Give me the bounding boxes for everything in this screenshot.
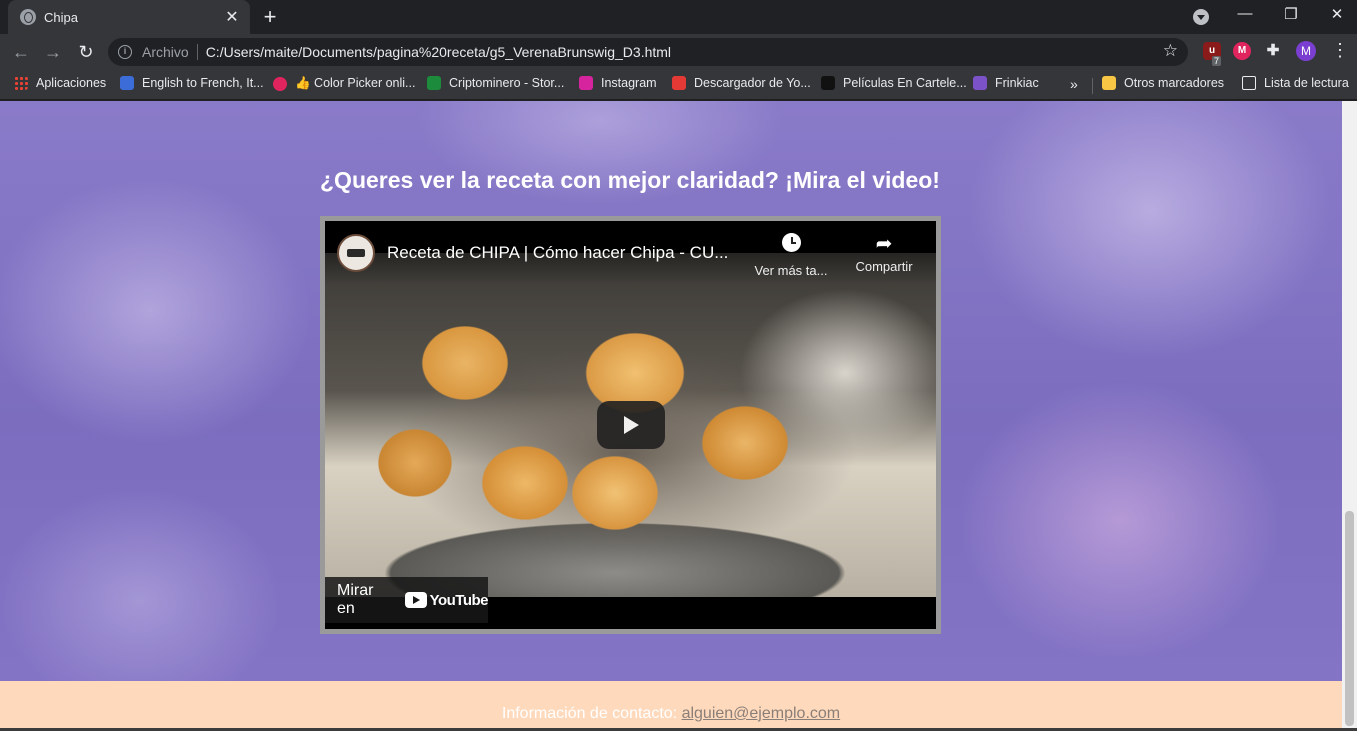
video-section-heading: ¿Queres ver la receta con mejor claridad… [320, 167, 940, 193]
page-scrollbar[interactable] [1342, 101, 1357, 731]
contact-info: Información de contacto: alguien@ejemplo… [0, 705, 1342, 723]
bookmark-label: Otros marcadores [1124, 76, 1225, 90]
globe-icon [20, 9, 36, 25]
bookmarks-bar: Aplicaciones English to French, It... 👍 … [0, 70, 1357, 100]
bookmark-other[interactable]: Otros marcadores [1102, 76, 1224, 90]
youtube-player[interactable]: Receta de CHIPA | Cómo hacer Chipa - CU.… [325, 221, 936, 629]
watch-on-label: Mirar en [337, 582, 374, 617]
reload-icon[interactable]: ↻ [75, 41, 97, 63]
mega-extension-icon[interactable]: M [1233, 42, 1251, 60]
new-tab-button[interactable]: + [259, 6, 281, 28]
minimize-button[interactable]: — [1233, 5, 1257, 22]
video-title[interactable]: Receta de CHIPA | Cómo hacer Chipa - CU.… [387, 243, 737, 263]
bookmark-reverso[interactable]: English to French, It... [120, 76, 264, 90]
profile-avatar[interactable]: M [1296, 41, 1316, 61]
bookmark-peliculas[interactable]: Películas En Cartele... [821, 76, 967, 90]
address-separator [196, 44, 198, 60]
back-arrow-icon[interactable]: ← [10, 41, 32, 63]
apps-grid-icon [14, 76, 28, 90]
tab-title: Chipa [44, 9, 78, 25]
color-picker-icon [273, 76, 287, 91]
channel-avatar[interactable] [337, 234, 375, 272]
share-label: Compartir [855, 259, 913, 274]
page-footer: Información de contacto: alguien@ejemplo… [0, 681, 1342, 731]
tab-search-icon[interactable] [1193, 9, 1209, 25]
browser-titlebar: Chipa ✕ + — ❐ ✕ [0, 0, 1357, 34]
bookmark-criptominero[interactable]: Criptominero - Stor... [427, 76, 564, 90]
bookmark-star-icon[interactable]: ☆ [1163, 41, 1178, 61]
youtube-logo: YouTube [404, 591, 489, 609]
close-window-button[interactable]: ✕ [1325, 5, 1349, 23]
bookmarks-divider [1092, 78, 1093, 94]
watch-later-button[interactable]: Ver más ta... [752, 233, 830, 278]
share-arrow-icon: ➦ [875, 233, 893, 255]
youtube-play-icon [404, 592, 427, 608]
forward-arrow-icon[interactable]: → [42, 41, 64, 63]
bookmark-label: Instagram [601, 76, 657, 90]
video-embed-frame: Receta de CHIPA | Cómo hacer Chipa - CU.… [320, 216, 941, 634]
bookmark-label: English to French, It... [142, 76, 264, 90]
youtube-wordmark: YouTube [429, 591, 489, 609]
reading-list[interactable]: Lista de lectura [1242, 76, 1349, 90]
address-scheme-label: Archivo [142, 44, 189, 60]
scrollbar-thumb[interactable] [1345, 511, 1354, 726]
restore-button[interactable]: ❐ [1279, 5, 1303, 23]
frinkiac-icon [973, 76, 987, 90]
bookmarks-overflow-icon[interactable]: » [1070, 76, 1078, 92]
reverso-icon [120, 76, 134, 90]
contact-label: Información de contacto: [501, 705, 678, 722]
bookmark-label: Frinkiac [995, 76, 1039, 90]
page-viewport: ¿Queres ver la receta con mejor claridad… [0, 101, 1342, 731]
tab-close-icon[interactable]: ✕ [224, 7, 240, 27]
play-button[interactable] [597, 401, 665, 449]
bookmark-label: Descargador de Yo... [694, 76, 811, 90]
hero-background: ¿Queres ver la receta con mejor claridad… [0, 101, 1342, 681]
reading-list-icon [1242, 76, 1256, 90]
reading-list-label: Lista de lectura [1264, 76, 1349, 90]
address-bar[interactable]: i Archivo C:/Users/maite/Documents/pagin… [108, 38, 1188, 66]
bookmark-label: 👍 Color Picker onli... [295, 76, 416, 90]
dots-icon [821, 76, 835, 90]
watch-on-youtube-button[interactable]: Mirar en YouTube [325, 577, 489, 623]
clock-icon [781, 233, 801, 252]
browser-toolbar: ← → ↻ i Archivo C:/Users/maite/Documents… [0, 34, 1357, 70]
menu-dots-icon[interactable]: ⋮ [1331, 40, 1349, 60]
bookmark-label: Aplicaciones [36, 76, 107, 90]
bookmark-label: Criptominero - Stor... [449, 76, 565, 90]
bookmark-label: Películas En Cartele... [843, 76, 967, 90]
bookmark-descargador[interactable]: Descargador de Yo... [672, 76, 811, 90]
contact-email-link[interactable]: alguien@ejemplo.com [682, 705, 841, 722]
bookmark-instagram[interactable]: Instagram [579, 76, 657, 90]
bolt-icon [427, 76, 441, 90]
bookmark-apps[interactable]: Aplicaciones [14, 76, 106, 90]
info-icon[interactable]: i [118, 45, 132, 59]
puzzle-extensions-icon[interactable]: ✚ [1264, 42, 1282, 60]
bookmark-frinkiac[interactable]: Frinkiac [973, 76, 1039, 90]
address-url[interactable]: C:/Users/maite/Documents/pagina%20receta… [206, 44, 671, 60]
share-button[interactable]: ➦ Compartir [849, 233, 919, 274]
browser-tab[interactable]: Chipa ✕ [8, 0, 250, 34]
download-icon [672, 76, 686, 90]
bookmark-color-picker[interactable]: 👍 Color Picker onli... [273, 76, 415, 91]
folder-icon [1102, 76, 1116, 90]
watch-later-label: Ver más ta... [754, 263, 828, 278]
ublock-badge: 7 [1212, 56, 1222, 66]
instagram-icon [579, 76, 593, 90]
